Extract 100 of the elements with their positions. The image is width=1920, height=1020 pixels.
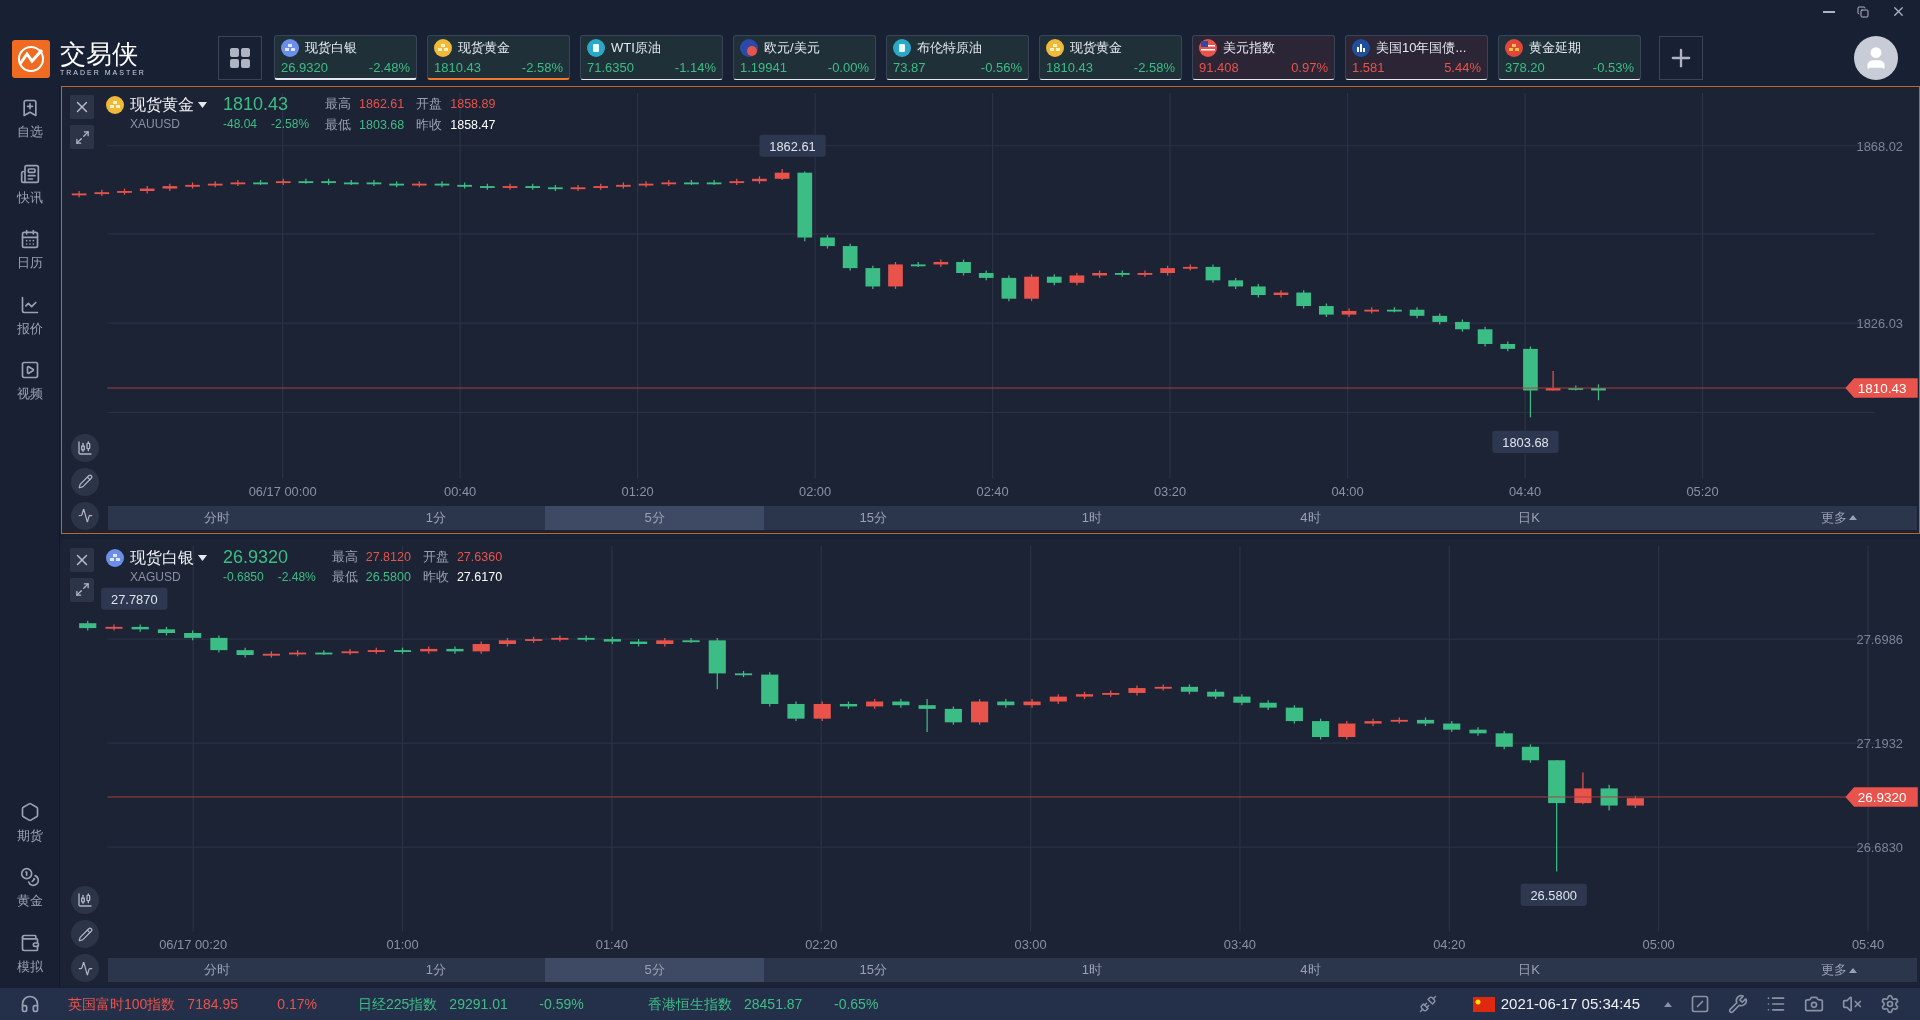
ticker-price: 71.6350 bbox=[587, 58, 634, 77]
ticker-change: -2.58% bbox=[521, 58, 563, 77]
ticker-name: 现货黄金 bbox=[458, 39, 510, 57]
ticker-card[interactable]: WTI原油 71.6350 -1.14% bbox=[580, 35, 723, 80]
ticker-change: -0.53% bbox=[1592, 58, 1634, 77]
ticker-price: 26.9320 bbox=[281, 58, 328, 77]
ticker-card[interactable]: 欧元/美元 1.19941 -0.00% bbox=[733, 35, 876, 80]
sidebar-item[interactable]: 报价 bbox=[1, 288, 58, 344]
last-price: 1810.43 bbox=[223, 93, 290, 115]
period-tab[interactable]: 日K bbox=[1419, 958, 1639, 982]
period-tab[interactable]: 1分 bbox=[326, 505, 546, 530]
price-marker-label: 1862.61 bbox=[759, 134, 826, 157]
ticker-name: 现货黄金 bbox=[1070, 39, 1122, 57]
time-axis-label: 06/17 00:00 bbox=[248, 483, 317, 499]
period-tab[interactable]: 分时 bbox=[108, 505, 327, 530]
sidebar-item[interactable]: 期货 bbox=[1, 795, 58, 851]
ticker-card[interactable]: 黄金延期 378.20 -0.53% bbox=[1498, 35, 1641, 80]
time-axis-label: 05:40 bbox=[1851, 936, 1885, 952]
period-tab[interactable]: 1分 bbox=[326, 958, 546, 982]
stat-label: 最低 bbox=[331, 569, 358, 587]
period-tab[interactable]: 分时 bbox=[108, 958, 327, 982]
more-button[interactable]: 更多 bbox=[1638, 958, 1917, 982]
time-axis-label: 02:40 bbox=[976, 483, 1009, 499]
symbol-selector[interactable]: 现货黄金 bbox=[130, 93, 207, 117]
ticker-card[interactable]: 现货黄金 1810.43 -2.58% bbox=[1039, 35, 1182, 80]
stat-label: 开盘 bbox=[422, 548, 449, 566]
more-button[interactable]: 更多 bbox=[1638, 505, 1917, 530]
sidebar-item[interactable]: 模拟 bbox=[1, 926, 58, 982]
ticker-change: 0.97% bbox=[1291, 58, 1328, 77]
index-price: 29291.01 bbox=[449, 994, 509, 1014]
period-tab[interactable]: 5分 bbox=[545, 505, 764, 530]
ticker-change: 5.44% bbox=[1444, 58, 1481, 77]
ticker-name: 欧元/美元 bbox=[764, 39, 820, 57]
period-tab[interactable]: 15分 bbox=[763, 958, 983, 982]
ticker-change: -2.58% bbox=[1133, 58, 1175, 77]
datetime: 2021-06-17 05:34:45 bbox=[1500, 993, 1640, 1014]
period-tab[interactable]: 4时 bbox=[1201, 958, 1420, 982]
period-tab[interactable]: 日K bbox=[1419, 505, 1639, 530]
ticker-card[interactable]: 现货白银 26.9320 -2.48% bbox=[274, 35, 417, 80]
time-axis-label: 00:40 bbox=[444, 483, 477, 499]
ticker-price: 1810.43 bbox=[1046, 58, 1093, 77]
time-axis-label: 05:20 bbox=[1686, 483, 1719, 499]
stat-label: 最高 bbox=[325, 96, 352, 113]
sidebar-item[interactable]: 快讯 bbox=[1, 157, 58, 213]
index-change: -0.59% bbox=[539, 994, 584, 1014]
period-tab[interactable]: 1时 bbox=[982, 505, 1202, 530]
ticker-price: 1810.43 bbox=[434, 58, 481, 77]
symbol-selector[interactable]: 现货白银 bbox=[130, 545, 207, 570]
symbol-code: XAUUSD bbox=[130, 117, 181, 131]
index-name: 英国富时100指数 bbox=[68, 994, 176, 1014]
ticker-change: -0.56% bbox=[980, 58, 1022, 77]
time-axis-label: 03:00 bbox=[1014, 936, 1047, 952]
period-tab[interactable]: 15分 bbox=[763, 505, 983, 530]
index-name: 日经225指数 bbox=[358, 994, 438, 1014]
time-axis-label: 03:40 bbox=[1223, 936, 1257, 952]
price-change: -0.6850 bbox=[223, 568, 264, 586]
index-price: 7184.95 bbox=[187, 994, 239, 1014]
sidebar-item[interactable]: 日历 bbox=[1, 223, 58, 279]
percent-change: -2.48% bbox=[277, 568, 316, 586]
price-axis-label: 1826.03 bbox=[1856, 316, 1903, 332]
stat-label: 昨收 bbox=[422, 569, 449, 587]
current-price-tag: 26.9320 bbox=[1845, 786, 1918, 807]
ticker-name: WTI原油 bbox=[611, 39, 661, 57]
sidebar-item[interactable]: 黄金 bbox=[1, 861, 58, 917]
ticker-price: 378.20 bbox=[1505, 58, 1545, 77]
ticker-card[interactable]: 美元指数 91.408 0.97% bbox=[1192, 35, 1335, 80]
stat-value: 27.6170 bbox=[456, 569, 503, 587]
index-change: -0.65% bbox=[834, 994, 879, 1014]
ticker-change: -2.48% bbox=[368, 58, 410, 77]
ticker-name: 美元指数 bbox=[1223, 39, 1275, 57]
period-tab[interactable]: 4时 bbox=[1201, 505, 1420, 530]
ticker-card[interactable]: 布伦特原油 73.87 -0.56% bbox=[886, 35, 1029, 80]
last-price: 26.9320 bbox=[223, 545, 290, 568]
sidebar-item[interactable]: 自选 bbox=[1, 92, 58, 148]
ticker-card[interactable]: 现货黄金 1810.43 -2.58% bbox=[427, 35, 570, 80]
index-name: 香港恒生指数 bbox=[648, 994, 732, 1014]
percent-change: -2.58% bbox=[271, 116, 310, 133]
stat-value: 27.8120 bbox=[365, 548, 411, 566]
period-tab[interactable]: 5分 bbox=[545, 958, 764, 982]
time-axis-label: 02:00 bbox=[799, 483, 832, 499]
time-axis-label: 01:00 bbox=[386, 936, 419, 952]
period-tab[interactable]: 1时 bbox=[982, 958, 1202, 982]
ticker-change: -1.14% bbox=[674, 58, 716, 77]
price-axis-label: 27.6986 bbox=[1856, 631, 1903, 647]
symbol-code: XAGUSD bbox=[130, 569, 182, 584]
stat-label: 最低 bbox=[325, 116, 352, 134]
time-axis-label: 02:20 bbox=[805, 936, 838, 952]
time-axis-label: 04:40 bbox=[1508, 483, 1542, 499]
time-axis-label: 04:00 bbox=[1331, 483, 1364, 499]
price-axis-label: 27.1932 bbox=[1856, 735, 1903, 751]
sidebar-item[interactable]: 视频 bbox=[1, 354, 58, 410]
ticker-name: 现货白银 bbox=[305, 39, 357, 57]
ticker-card[interactable]: 美国10年国债... 1.581 5.44% bbox=[1345, 35, 1488, 80]
time-axis-label: 06/17 00:20 bbox=[159, 936, 228, 952]
ticker-name: 布伦特原油 bbox=[917, 39, 982, 57]
time-axis-label: 03:20 bbox=[1154, 483, 1187, 499]
ticker-price: 91.408 bbox=[1199, 58, 1239, 77]
price-marker-label: 27.7870 bbox=[101, 587, 168, 610]
ticker-name: 美国10年国债... bbox=[1376, 39, 1467, 57]
stat-value: 1803.68 bbox=[359, 116, 405, 134]
